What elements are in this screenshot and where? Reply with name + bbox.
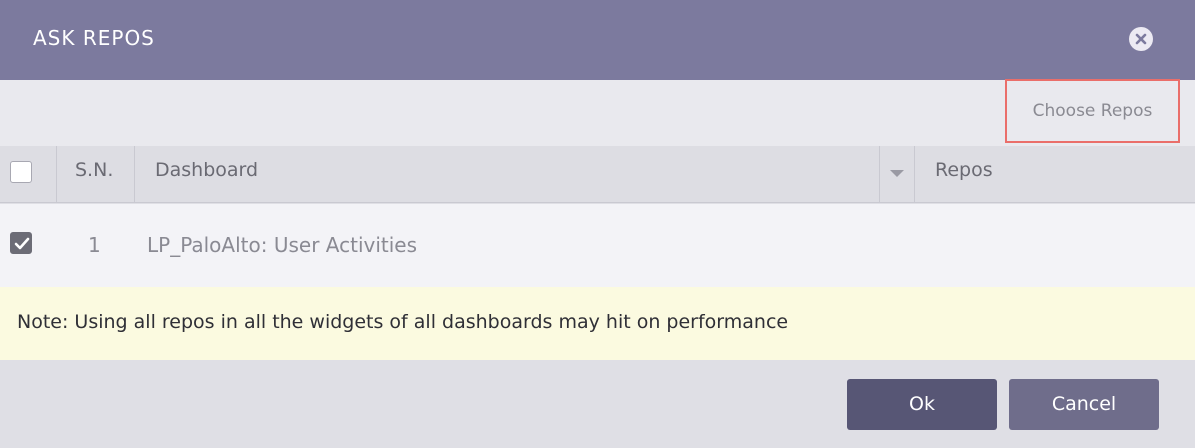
column-header-repos[interactable]: Repos [935, 146, 993, 203]
table-row[interactable]: 1 LP_PaloAlto: User Activities [0, 204, 1195, 287]
column-divider [914, 146, 915, 203]
close-button[interactable] [1129, 27, 1153, 51]
ok-button[interactable]: Ok [847, 379, 997, 430]
sort-dropdown-icon[interactable] [890, 170, 904, 177]
table-header: S.N. Dashboard Repos [0, 146, 1195, 203]
select-all-checkbox[interactable] [10, 161, 32, 183]
checkmark-icon [14, 237, 30, 250]
column-header-sn[interactable]: S.N. [75, 146, 113, 203]
note-text: Note: Using all repos in all the widgets… [17, 311, 789, 333]
column-divider [56, 146, 57, 203]
column-divider [134, 146, 135, 203]
row-sn: 1 [88, 233, 101, 257]
dialog-titlebar: ASK REPOS [0, 0, 1195, 80]
column-divider [879, 146, 880, 203]
performance-note: Note: Using all repos in all the widgets… [0, 287, 1195, 360]
close-icon [1135, 33, 1147, 45]
dialog-title: ASK REPOS [33, 26, 155, 50]
row-dashboard: LP_PaloAlto: User Activities [147, 233, 418, 257]
row-checkbox[interactable] [10, 232, 32, 254]
cancel-button[interactable]: Cancel [1009, 379, 1159, 430]
choose-repos-button[interactable]: Choose Repos [1005, 79, 1180, 143]
column-header-dashboard[interactable]: Dashboard [155, 146, 258, 203]
